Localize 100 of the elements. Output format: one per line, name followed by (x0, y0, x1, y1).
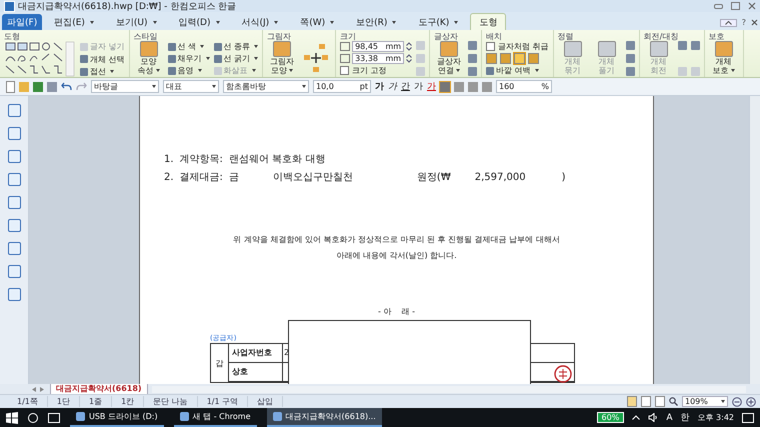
taskbar-app[interactable]: 대금지급확약서(6618)... (266, 408, 382, 427)
sidebar-tool-icon[interactable] (8, 265, 20, 278)
spin-icon[interactable] (406, 54, 412, 63)
font-combo[interactable]: 함초롬바탕 (223, 80, 309, 93)
sidebar-tool-icon[interactable] (8, 150, 20, 163)
wrap-option-icon[interactable] (514, 53, 526, 64)
line-spacing-field[interactable]: 160 % (496, 80, 552, 93)
section-heading: - 아 래 - (376, 306, 416, 317)
menu-tab[interactable]: 편집(E) (44, 14, 104, 30)
battery-indicator: 60% (596, 412, 624, 423)
format-button[interactable]: 가 (427, 80, 436, 93)
taskbar-app[interactable]: USB 드라이브 (D:) (70, 408, 164, 427)
tool-icon[interactable] (626, 67, 635, 76)
item-label: 결제대금: (180, 171, 223, 184)
tool-icon[interactable] (468, 67, 478, 76)
item-label: 계약항목: (180, 153, 223, 166)
menu-tab[interactable]: 도구(K) (408, 14, 468, 30)
tool-icon[interactable] (626, 54, 635, 63)
undo-icon[interactable] (61, 82, 72, 91)
menu-tab[interactable]: 입력(D) (168, 14, 230, 30)
scrollbar[interactable] (749, 96, 760, 384)
size-field[interactable]: 33,38 mm (352, 53, 404, 64)
search-icon[interactable] (28, 412, 38, 422)
tab-scroll-icon[interactable] (30, 386, 46, 392)
view-mode-icon[interactable] (627, 396, 637, 407)
size-field[interactable]: 98,45 mm (352, 41, 404, 52)
ime-language[interactable]: 한 (680, 411, 690, 424)
close-icon[interactable] (748, 2, 756, 10)
collapse-ribbon-button[interactable] (720, 18, 737, 26)
format-button[interactable]: 간 (401, 80, 410, 93)
menu-tab[interactable]: 보기(U) (106, 14, 167, 30)
tray-chevron-icon[interactable] (632, 415, 640, 420)
printer-icon[interactable] (47, 82, 57, 92)
scrollbar[interactable] (152, 386, 746, 392)
sidebar-tool-icon[interactable] (8, 127, 20, 140)
help-button[interactable]: ? (742, 18, 746, 27)
ribbon-button[interactable]: 선 종류 (214, 41, 258, 52)
zoom-combo[interactable]: 109% (682, 396, 728, 407)
spin-icon[interactable] (406, 42, 412, 51)
format-button[interactable]: 가 (388, 80, 397, 93)
ime-mode[interactable]: A (666, 412, 672, 422)
menu-tab[interactable]: 쪽(W) (290, 14, 344, 30)
wrap-option-icon[interactable] (528, 53, 540, 64)
close-icon[interactable] (751, 19, 758, 26)
checkbox[interactable]: 크기 고정 (340, 65, 412, 76)
font-size-field[interactable]: 10,0 pt (313, 80, 371, 93)
ribbon-button[interactable]: 개체 보호 (708, 41, 739, 75)
restore-icon[interactable] (731, 2, 740, 10)
tool-icon[interactable] (468, 54, 478, 63)
tool-icon[interactable] (678, 41, 687, 50)
tool-icon[interactable] (690, 41, 700, 50)
align-icon[interactable] (454, 82, 464, 92)
notification-icon[interactable] (742, 412, 754, 422)
view-mode-icon[interactable] (655, 396, 665, 407)
save-icon[interactable] (33, 82, 43, 92)
tool-icon[interactable] (626, 41, 635, 50)
format-button[interactable]: 가 (414, 80, 423, 93)
checkbox[interactable]: 글자처럼 취급 (486, 41, 549, 52)
align-icon[interactable] (468, 82, 478, 92)
align-icon[interactable] (482, 82, 492, 92)
sidebar-tool-icon[interactable] (8, 104, 20, 117)
tool-icon[interactable] (468, 41, 478, 50)
sidebar-tool-icon[interactable] (8, 288, 20, 301)
format-button[interactable]: 가 (375, 80, 384, 93)
wrap-option-icon[interactable] (486, 53, 498, 64)
task-view-icon[interactable] (48, 412, 60, 422)
minimize-icon[interactable] (714, 4, 723, 8)
zoom-in-icon[interactable] (746, 396, 756, 406)
taskbar-app[interactable]: 새 탭 - Chrome (174, 408, 257, 427)
ribbon-button[interactable]: 그림자 모양 (267, 41, 298, 75)
menu-tab[interactable]: 서식(J) (232, 14, 288, 30)
ribbon-button[interactable]: 바깥 여백 (486, 65, 549, 76)
outline-combo[interactable]: 대표 (163, 80, 219, 93)
menu-tab[interactable]: 파일(F) (2, 14, 42, 30)
view-mode-icon[interactable] (641, 396, 651, 407)
ribbon-button[interactable]: 채우기 (168, 53, 210, 64)
style-combo[interactable]: 바탕글 (91, 80, 159, 93)
redo-icon[interactable] (76, 82, 87, 91)
wrap-option-icon[interactable] (500, 53, 512, 64)
ribbon-button[interactable]: 선 색 (168, 41, 210, 52)
sidebar-tool-icon[interactable] (8, 242, 20, 255)
ribbon-button[interactable]: 접선 (80, 66, 125, 77)
start-icon[interactable] (6, 412, 18, 424)
ribbon-button[interactable]: 글상자 연결 (434, 41, 464, 75)
sidebar-tool-icon[interactable] (8, 173, 20, 186)
search-icon[interactable] (669, 397, 678, 406)
sidebar-tool-icon[interactable] (8, 219, 20, 232)
ribbon-button[interactable]: 선 굵기 (214, 53, 258, 64)
menu-tab[interactable]: 보안(R) (346, 14, 406, 30)
ribbon-button[interactable]: 모양 속성 (134, 41, 164, 75)
shape-gallery-drawing[interactable] (4, 41, 76, 77)
zoom-out-icon[interactable] (732, 396, 742, 406)
align-icon[interactable] (440, 82, 450, 92)
menu-tab[interactable]: 도형 (470, 13, 506, 30)
ribbon-button[interactable]: 음영 (168, 65, 210, 76)
sidebar-tool-icon[interactable] (8, 196, 20, 209)
speaker-icon[interactable] (648, 413, 658, 422)
ribbon-button[interactable]: 개체 선택 (80, 54, 125, 64)
group-title: 도형 (4, 31, 21, 41)
new-document-icon[interactable] (6, 80, 15, 92)
